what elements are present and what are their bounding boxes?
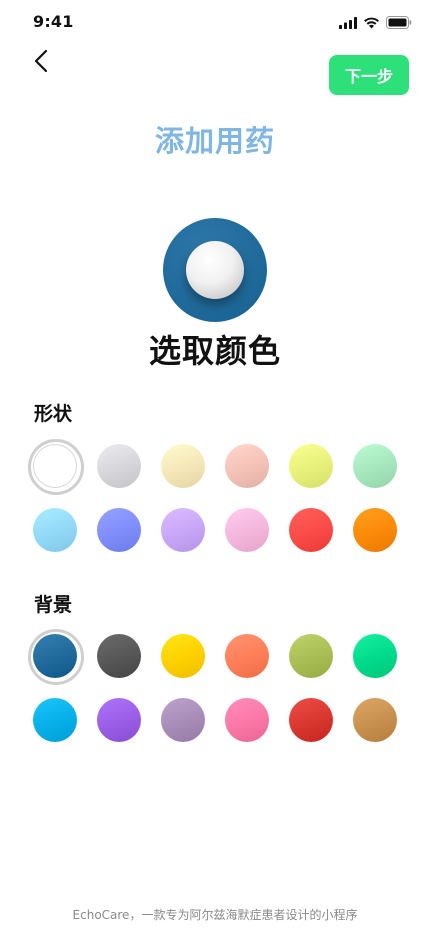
shape-color-swatch[interactable] [33,508,77,552]
background-color-swatch[interactable] [353,634,397,678]
shape-color-swatch[interactable] [289,444,333,488]
footer-text: EchoCare，一款专为阿尔兹海默症患者设计的小程序 [72,908,358,922]
background-color-swatch[interactable] [97,698,141,742]
background-color-swatch[interactable] [225,634,269,678]
background-color-swatch[interactable] [353,698,397,742]
background-color-swatch[interactable] [289,634,333,678]
background-color-swatch[interactable] [161,634,205,678]
pill-preview [163,218,267,322]
shape-color-swatch[interactable] [353,508,397,552]
status-icons [339,14,412,33]
background-color-swatch[interactable] [28,629,84,685]
shape-label: 形状 [34,403,73,425]
pill-shape-preview [186,241,244,299]
background-color-swatch[interactable] [289,698,333,742]
battery-icon [386,14,412,33]
back-button[interactable] [26,46,56,80]
background-color-swatch[interactable] [225,698,269,742]
shape-color-swatch[interactable] [28,439,84,495]
shape-color-swatch[interactable] [225,444,269,488]
background-label: 背景 [34,594,73,616]
shape-color-grid [28,439,397,552]
background-color-grid [28,629,397,742]
background-color-swatch[interactable] [33,698,77,742]
status-bar: 9:41 [0,0,430,44]
page-title: 添加用药 [154,124,275,158]
chevron-left-icon [34,49,48,77]
signal-icon [339,14,357,33]
status-time: 9:41 [33,12,74,31]
wifi-icon [363,14,380,33]
shape-color-swatch[interactable] [97,508,141,552]
shape-color-swatch[interactable] [161,444,205,488]
shape-color-swatch[interactable] [161,508,205,552]
shape-color-swatch[interactable] [225,508,269,552]
background-color-swatch[interactable] [97,634,141,678]
shape-color-swatch[interactable] [97,444,141,488]
shape-color-swatch[interactable] [289,508,333,552]
background-color-swatch[interactable] [161,698,205,742]
shape-color-swatch[interactable] [353,444,397,488]
section-heading: 选取颜色 [148,332,281,370]
next-button[interactable]: 下一步 [329,55,409,95]
